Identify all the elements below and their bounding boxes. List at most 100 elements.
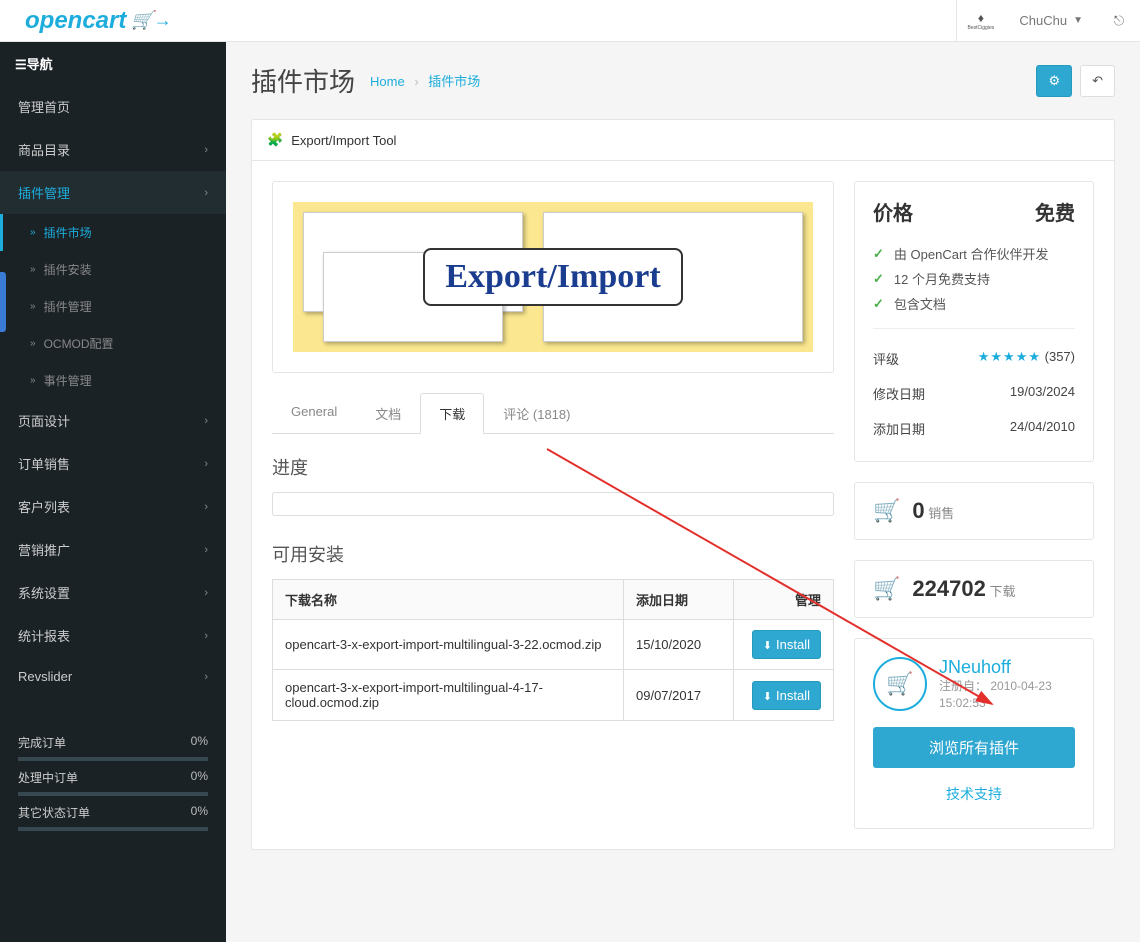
logout-icon: ⎋: [1114, 13, 1124, 29]
downloads-panel: 🛒 224702 下载: [854, 560, 1094, 618]
available-heading: 可用安装: [272, 541, 834, 567]
logout-button[interactable]: ⎋: [1098, 0, 1140, 42]
page-header: 插件市场 Home › 插件市场 ⚙ ↶: [251, 62, 1115, 99]
sidebar-handle[interactable]: [0, 272, 6, 332]
puzzle-icon: 🧩: [267, 132, 283, 148]
brand-badge[interactable]: ♦ BestCiggies: [956, 0, 1004, 42]
brand-text: BestCiggies: [968, 25, 995, 31]
price-panel: 价格 免费 ✓ 由 OpenCart 合作伙伴开发 ✓ 12 个月免费支持: [854, 181, 1094, 462]
user-name: ChuChu: [1019, 13, 1067, 28]
nav-extensions-submenu: » 插件市场 » 插件安装 » 插件管理 » OCMOD配置 » 事件管理: [0, 214, 226, 399]
file-name: opencart-3-x-export-import-multilingual-…: [273, 670, 624, 721]
file-name: opencart-3-x-export-import-multilingual-…: [273, 620, 624, 670]
table-row: opencart-3-x-export-import-multilingual-…: [273, 620, 834, 670]
cart-icon: 🛒→: [131, 10, 171, 31]
breadcrumb-home[interactable]: Home: [370, 74, 405, 89]
install-button[interactable]: ⬇Install: [752, 681, 821, 710]
chevron-icon: »: [30, 264, 36, 275]
sidebar-stats: 完成订单 0% 处理中订单 0% 其它状态订单 0%: [0, 726, 226, 831]
feature-support: ✓ 12 个月免费支持: [873, 266, 1075, 291]
author-registered: 注册自： 2010-04-23 15:02:53: [939, 678, 1052, 712]
file-date: 15/10/2020: [624, 620, 734, 670]
panel-heading-text: Export/Import Tool: [291, 133, 396, 148]
star-rating-icon: ★★★★★: [978, 349, 1041, 364]
chevron-right-icon: ›: [204, 587, 208, 599]
stat-completed-orders: 完成订单 0%: [18, 726, 208, 761]
author-panel: 🛒 JNeuhoff 注册自： 2010-04-23 15:02:53: [854, 638, 1094, 829]
chevron-right-icon: ›: [204, 501, 208, 513]
hero-image: Export/Import: [272, 181, 834, 373]
th-name: 下载名称: [273, 580, 624, 620]
chevron-right-icon: ›: [204, 544, 208, 556]
download-icon: ⬇: [763, 691, 772, 703]
logo[interactable]: opencart 🛒→: [0, 7, 172, 35]
check-icon: ✓: [873, 271, 884, 287]
subnav-ocmod[interactable]: » OCMOD配置: [0, 325, 226, 362]
author-avatar: 🛒: [873, 657, 927, 711]
added-row: 添加日期 24/04/2010: [873, 411, 1075, 446]
stat-processing-orders: 处理中订单 0%: [18, 761, 208, 796]
browse-all-button[interactable]: 浏览所有插件: [873, 727, 1075, 768]
file-date: 09/07/2017: [624, 670, 734, 721]
page-title: 插件市场: [251, 62, 355, 99]
nav-marketing[interactable]: 营销推广 ›: [0, 528, 226, 571]
nav-system[interactable]: 系统设置 ›: [0, 571, 226, 614]
chevron-icon: »: [30, 338, 36, 349]
tab-download[interactable]: 下载: [420, 393, 484, 434]
chevron-icon: »: [30, 301, 36, 312]
extension-panel: 🧩 Export/Import Tool Export/Import Ge: [251, 119, 1115, 850]
subnav-events[interactable]: » 事件管理: [0, 362, 226, 399]
price-value: 免费: [1035, 197, 1075, 226]
nav-design[interactable]: 页面设计 ›: [0, 399, 226, 442]
chevron-right-icon: ›: [204, 187, 208, 199]
tab-comments[interactable]: 评论 (1818): [484, 393, 589, 433]
stat-other-orders: 其它状态订单 0%: [18, 796, 208, 831]
rating-row: 评级 ★★★★★ (357): [873, 341, 1075, 376]
chevron-right-icon: ›: [204, 671, 208, 683]
author-name[interactable]: JNeuhoff: [939, 657, 1052, 678]
downloads-table: 下载名称 添加日期 管理 opencart-3-x-export-import-…: [272, 579, 834, 721]
subnav-manage[interactable]: » 插件管理: [0, 288, 226, 325]
chevron-right-icon: ›: [204, 415, 208, 427]
breadcrumb: Home › 插件市场: [370, 71, 480, 90]
cart-icon: 🛒: [873, 498, 900, 524]
nav-extensions[interactable]: 插件管理 ›: [0, 171, 226, 214]
chevron-right-icon: ›: [204, 458, 208, 470]
tab-docs[interactable]: 文档: [356, 393, 420, 433]
caret-down-icon: ▼: [1073, 15, 1083, 26]
gear-icon: ⚙: [1048, 73, 1060, 89]
nav-dashboard[interactable]: 管理首页: [0, 85, 226, 128]
user-menu[interactable]: ChuChu ▼: [1004, 0, 1098, 42]
support-link[interactable]: 技术支持: [873, 778, 1075, 810]
chevron-right-icon: ›: [204, 144, 208, 156]
chevron-right-icon: ›: [204, 630, 208, 642]
nav-customers[interactable]: 客户列表 ›: [0, 485, 226, 528]
modified-row: 修改日期 19/03/2024: [873, 376, 1075, 411]
breadcrumb-current[interactable]: 插件市场: [428, 74, 480, 89]
tab-general[interactable]: General: [272, 393, 356, 433]
check-icon: ✓: [873, 246, 884, 262]
price-label: 价格: [873, 197, 913, 226]
nav-reports[interactable]: 统计报表 ›: [0, 614, 226, 657]
subnav-marketplace[interactable]: » 插件市场: [0, 214, 226, 251]
tabs: General 文档 下载 评论 (1818): [272, 393, 834, 434]
cart-icon: 🛒: [886, 671, 913, 697]
download-icon: ⬇: [763, 640, 772, 652]
subnav-installer[interactable]: » 插件安装: [0, 251, 226, 288]
nav-revslider[interactable]: Revslider ›: [0, 657, 226, 696]
nav-catalog[interactable]: 商品目录 ›: [0, 128, 226, 171]
install-button[interactable]: ⬇Install: [752, 630, 821, 659]
feature-partner: ✓ 由 OpenCart 合作伙伴开发: [873, 241, 1075, 266]
sales-panel: 🛒 0 销售: [854, 482, 1094, 540]
settings-button[interactable]: ⚙: [1036, 65, 1072, 97]
back-arrow-icon: ↶: [1092, 73, 1103, 89]
top-bar: opencart 🛒→ ♦ BestCiggies ChuChu ▼ ⎋: [0, 0, 1140, 42]
chevron-icon: »: [30, 375, 36, 386]
sidebar: ☰导航 管理首页 商品目录 › 插件管理 › » 插件市场 » 插件安装 » 插…: [0, 42, 226, 942]
logo-text: opencart: [25, 7, 126, 35]
cart-icon: 🛒: [873, 576, 900, 602]
feature-docs: ✓ 包含文档: [873, 291, 1075, 316]
nav-sales[interactable]: 订单销售 ›: [0, 442, 226, 485]
back-button[interactable]: ↶: [1080, 65, 1115, 97]
nav-header: ☰导航: [0, 42, 226, 85]
